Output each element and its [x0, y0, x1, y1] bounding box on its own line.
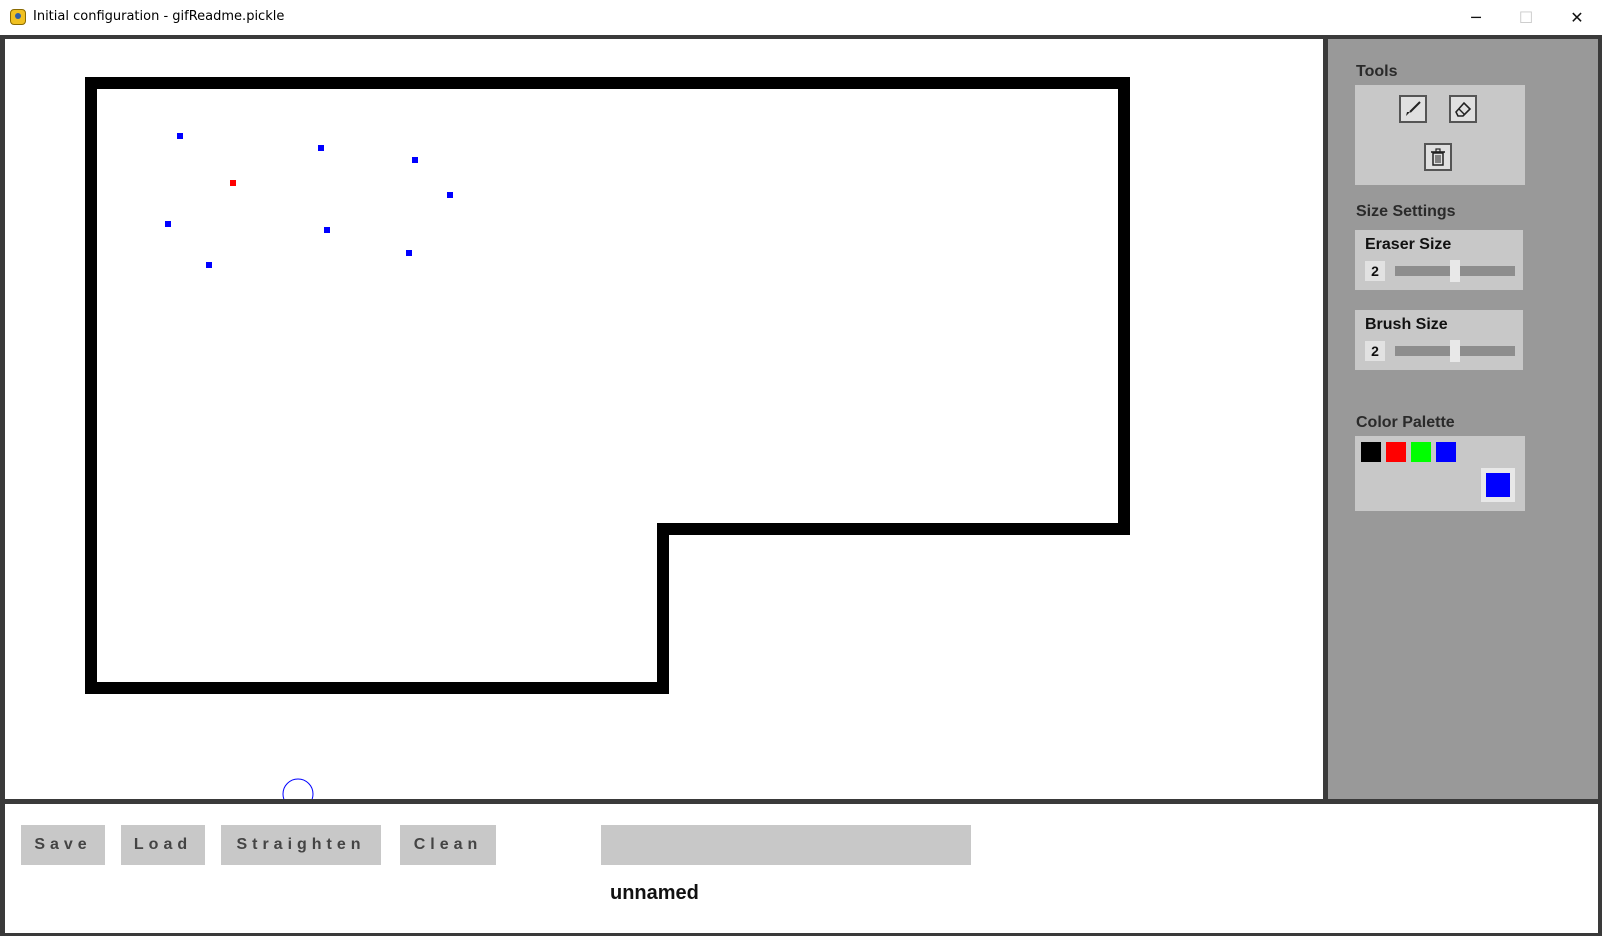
eraser-size-label: Eraser Size: [1365, 236, 1452, 253]
brush-size-label: Brush Size: [1365, 316, 1448, 333]
point-marker: [206, 262, 212, 268]
straighten-button[interactable]: Straighten: [221, 825, 381, 865]
trash-icon[interactable]: [1424, 143, 1452, 171]
close-icon[interactable]: ✕: [1552, 0, 1602, 35]
swatch-black[interactable]: [1361, 442, 1381, 462]
brush-slider-knob[interactable]: [1450, 340, 1460, 362]
filename-input[interactable]: [601, 825, 971, 865]
tools-title: Tools: [1356, 63, 1398, 80]
wall-right: [1118, 77, 1130, 535]
eraser-slider-knob[interactable]: [1450, 260, 1460, 282]
color-palette-box: [1355, 436, 1525, 511]
eraser-icon[interactable]: [1449, 95, 1477, 123]
brush-size-value: 2: [1365, 341, 1385, 361]
point-marker: [324, 227, 330, 233]
wall-top: [85, 77, 1130, 89]
point-marker: [165, 221, 171, 227]
title-bar: Initial configuration - gifReadme.pickle…: [0, 0, 1602, 36]
python-app-icon: [10, 9, 26, 25]
point-markers: [165, 133, 453, 268]
eraser-size-box: Eraser Size 2: [1355, 230, 1523, 290]
load-button[interactable]: Load: [121, 825, 205, 865]
clean-button[interactable]: Clean: [400, 825, 496, 865]
brush-size-slider[interactable]: [1395, 340, 1515, 362]
brush-cursor: [282, 778, 314, 799]
point-marker: [230, 180, 236, 186]
swatch-green[interactable]: [1411, 442, 1431, 462]
wall-bottom: [85, 682, 669, 694]
point-marker: [447, 192, 453, 198]
point-marker: [412, 157, 418, 163]
wall-step: [657, 523, 1130, 535]
eraser-size-value: 2: [1365, 261, 1385, 281]
point-marker: [177, 133, 183, 139]
swatch-red[interactable]: [1386, 442, 1406, 462]
current-color-swatch: [1486, 473, 1510, 497]
current-filename: unnamed: [610, 882, 699, 904]
color-palette-title: Color Palette: [1356, 414, 1455, 431]
brush-size-box: Brush Size 2: [1355, 310, 1523, 370]
map-walls: [85, 77, 1130, 694]
swatch-blue[interactable]: [1436, 442, 1456, 462]
point-marker: [406, 250, 412, 256]
save-button[interactable]: Save: [21, 825, 105, 865]
current-color-indicator: [1481, 468, 1515, 502]
minimize-icon[interactable]: ─: [1451, 0, 1501, 35]
wall-left: [85, 77, 97, 694]
bottom-bar: Save Load Straighten Clean unnamed: [5, 804, 1598, 933]
eraser-glyph: [1455, 101, 1472, 117]
brush-icon[interactable]: [1399, 95, 1427, 123]
brush-glyph: [1406, 101, 1421, 116]
wall-inner-vertical: [657, 523, 669, 694]
point-marker: [318, 145, 324, 151]
side-panel: Tools Size Settings Eraser Size 2 Brush …: [1328, 39, 1598, 799]
maximize-icon[interactable]: ☐: [1501, 0, 1551, 35]
canvas-svg: [85, 77, 1130, 799]
drawing-canvas[interactable]: [5, 39, 1323, 799]
window-title: Initial configuration - gifReadme.pickle: [33, 9, 285, 24]
size-settings-title: Size Settings: [1356, 203, 1456, 220]
trash-glyph: [1431, 148, 1445, 166]
eraser-size-slider[interactable]: [1395, 260, 1515, 282]
tools-box: [1355, 85, 1525, 185]
